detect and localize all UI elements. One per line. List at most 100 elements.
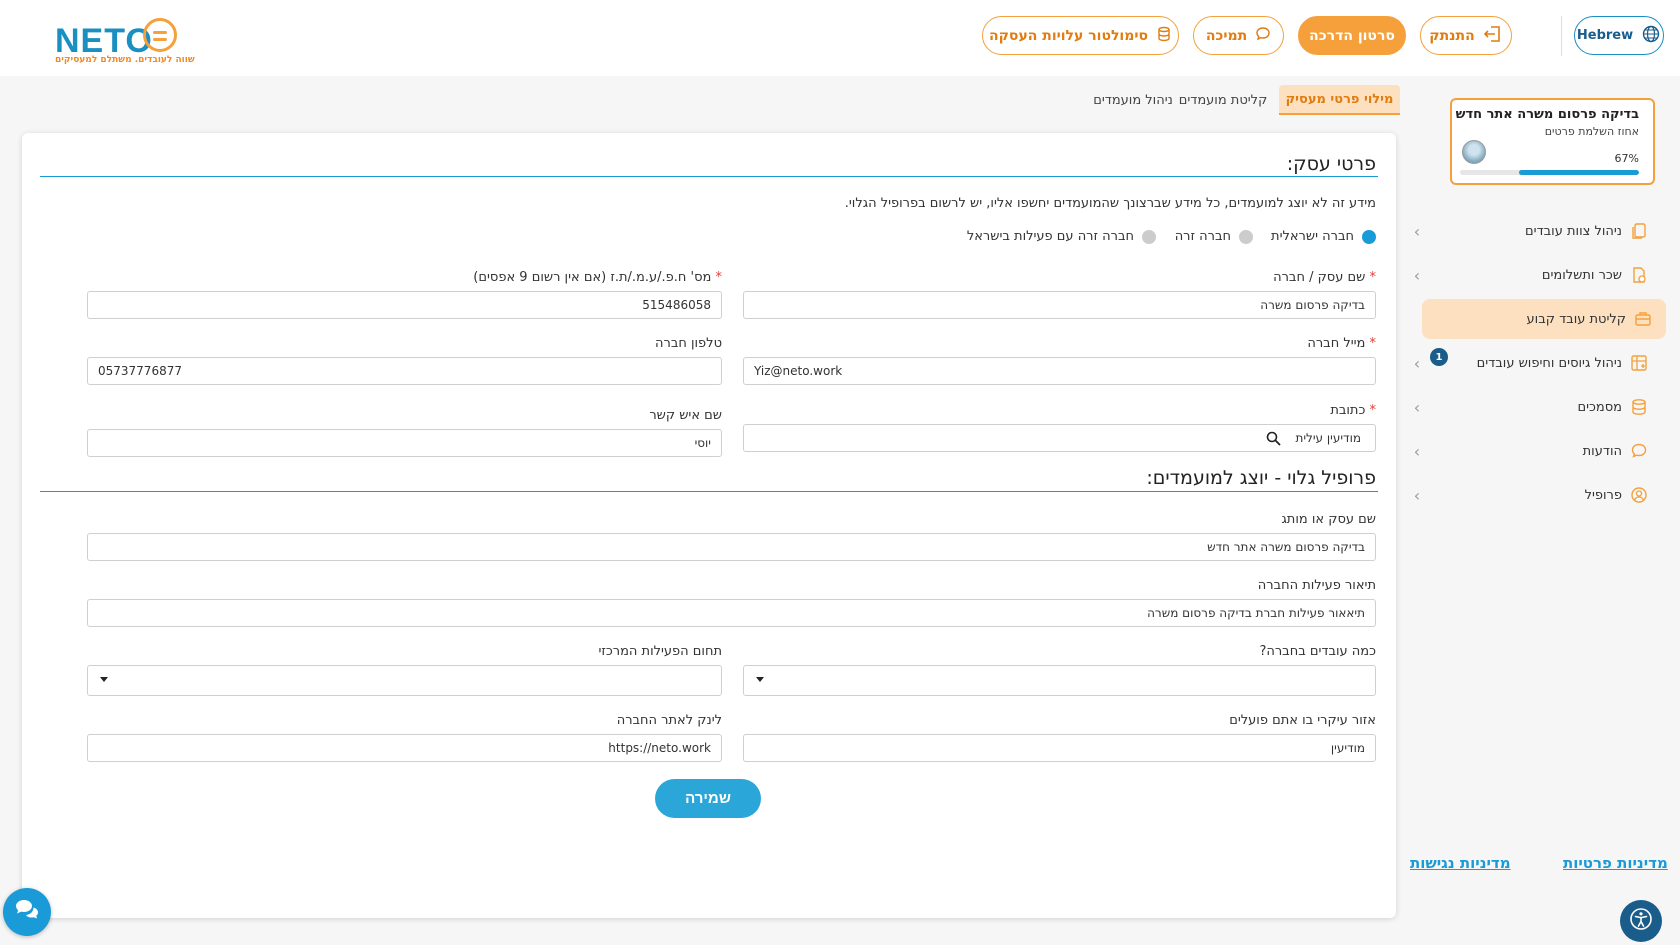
profile-completion-card: בדיקה פרסום משרה אתר חדש אחוז השלמת פרטי… — [1450, 98, 1655, 185]
tab-employer-details[interactable]: מילוי פרטי מעסיק — [1279, 85, 1400, 115]
language-button[interactable]: Hebrew — [1574, 16, 1664, 55]
chevron-left-icon[interactable]: ‹ — [1410, 431, 1424, 471]
address-value: מודיעין עילית — [1295, 431, 1361, 445]
language-label: Hebrew — [1576, 28, 1634, 43]
address-input[interactable]: מודיעין עילית — [743, 424, 1376, 452]
company-email-label: * מייל חברה — [1307, 336, 1376, 351]
chat-bubbles-icon — [14, 898, 40, 926]
payslip-icon — [1630, 266, 1648, 284]
accessibility-policy-link[interactable]: מדיניות נגישות — [1410, 854, 1511, 872]
section-divider — [40, 491, 1378, 492]
radio-israeli-company[interactable]: חברה ישראלית — [1271, 229, 1376, 244]
caret-down-icon — [100, 677, 108, 682]
simulator-button[interactable]: סימולטור עלויות העסקה — [982, 16, 1179, 55]
tab-candidate-intake[interactable]: קליטת מועמדים — [1178, 85, 1268, 115]
website-input[interactable]: https://neto.work — [87, 734, 722, 762]
caret-down-icon — [756, 677, 764, 682]
logout-label: התנתק — [1429, 27, 1475, 44]
progress-subtitle: אחוז השלמת פרטים — [1544, 125, 1639, 138]
business-section-title: פרטי עסק: — [1286, 153, 1376, 175]
required-mark: * — [1369, 336, 1377, 351]
progress-bar — [1460, 170, 1639, 175]
globe-icon — [1641, 24, 1661, 48]
briefcase-icon — [1634, 310, 1652, 328]
required-mark: * — [715, 270, 723, 285]
radio-foreign-company[interactable]: חברה זרה — [1175, 229, 1253, 244]
logout-button[interactable]: התנתק — [1420, 16, 1512, 55]
sidebar-item-label: פרופיל — [1584, 487, 1622, 503]
company-id-label: * מס' ח.פ./ע.מ./ת.ז (אם אין רשום 9 אפסים… — [473, 270, 722, 285]
top-header: NETO שווה לעובדים. משתלם למעסיקים סימולט… — [0, 0, 1680, 76]
info-text: מידע זה לא יוצג למועמדים, כל מידע שברצונ… — [844, 196, 1376, 211]
employee-count-select[interactable] — [743, 665, 1376, 696]
neto-logo[interactable]: NETO שווה לעובדים. משתלם למעסיקים — [55, 18, 195, 70]
save-button[interactable]: שמירה — [655, 779, 761, 818]
address-label: * כתובת — [1330, 403, 1376, 418]
sidebar-item-messages[interactable]: הודעות — [1420, 431, 1662, 471]
contact-name-input[interactable]: יוסי — [87, 429, 722, 457]
logout-icon — [1483, 24, 1503, 48]
business-name-label: * שם עסק / חברה — [1273, 270, 1376, 285]
privacy-policy-link[interactable]: מדיניות פרטיות — [1563, 854, 1668, 872]
main-field-select[interactable] — [87, 665, 722, 696]
activity-description-input[interactable]: תיאאור פעילות חברת בדיקה פרסום משרה — [87, 599, 1376, 627]
company-phone-input[interactable]: 05737776877 — [87, 357, 722, 385]
progress-title: בדיקה פרסום משרה אתר חדש — [1455, 107, 1639, 122]
company-id-input[interactable]: 515486058 — [87, 291, 722, 319]
radio-label: חברה זרה עם פעילות בישראל — [966, 229, 1134, 244]
company-email-label-text: מייל חברה — [1307, 336, 1366, 351]
chevron-left-icon[interactable]: ‹ — [1410, 343, 1424, 383]
brand-name-label: שם עסק או מותג — [1281, 512, 1376, 527]
business-name-input[interactable]: בדיקה פרסום משרה — [743, 291, 1376, 319]
chevron-left-icon[interactable]: ‹ — [1410, 211, 1424, 251]
logo-tagline: שווה לעובדים. משתלם למעסיקים — [55, 55, 195, 65]
brand-name-input[interactable]: בדיקה פרסום משרה אתר חדש — [87, 533, 1376, 561]
sidebar-item-label: מסמכים — [1577, 399, 1622, 415]
sidebar-item-documents[interactable]: מסמכים — [1420, 387, 1662, 427]
sidebar-item-label: קליטת עובד קבוע — [1526, 311, 1626, 327]
chevron-left-icon[interactable]: ‹ — [1410, 387, 1424, 427]
logo-equals-icon — [143, 18, 177, 52]
required-mark: * — [1369, 270, 1377, 285]
sidebar-item-profile[interactable]: פרופיל — [1420, 475, 1662, 515]
sidebar-item-recruitment[interactable]: ניהול גיוסים וחיפוש עובדים — [1420, 343, 1662, 383]
chevron-left-icon[interactable]: ‹ — [1410, 475, 1424, 515]
section-divider — [40, 176, 1378, 177]
sidebar-item-hire-permanent[interactable]: קליטת עובד קבוע — [1422, 299, 1666, 339]
contact-name-label: שם איש קשר — [649, 408, 722, 423]
tutorial-label: סרטון הדרכה — [1309, 27, 1395, 44]
sidebar-item-payroll[interactable]: שכר ותשלומים — [1420, 255, 1662, 295]
address-label-text: כתובת — [1330, 403, 1366, 418]
accessibility-button[interactable] — [1620, 900, 1662, 942]
company-phone-label: טלפון חברה — [655, 336, 722, 351]
website-label: לינק לאתר החברה — [616, 713, 722, 728]
activity-description-label: תיאור פעילות החברה — [1257, 578, 1376, 593]
business-name-label-text: שם עסק / חברה — [1273, 270, 1366, 285]
tutorial-video-button[interactable]: סרטון הדרכה — [1298, 16, 1406, 55]
sidebar-item-team[interactable]: ניהול צוות עובדים — [1420, 211, 1662, 251]
support-button[interactable]: תמיכה — [1193, 16, 1284, 55]
user-circle-icon — [1630, 486, 1648, 504]
search-icon[interactable] — [1266, 431, 1282, 446]
simulator-label: סימולטור עלויות העסקה — [989, 27, 1149, 44]
chat-icon — [1630, 442, 1648, 460]
profile-section-title: פרופיל גלוי - יוצג למועמדים: — [1146, 467, 1376, 489]
support-label: תמיכה — [1205, 27, 1248, 44]
company-id-label-text: מס' ח.פ./ע.מ./ת.ז (אם אין רשום 9 אפסים) — [473, 270, 712, 285]
chat-widget-button[interactable] — [3, 888, 51, 936]
main-field-label: תחום הפעילות המרכזי — [598, 644, 722, 659]
radio-dot — [1142, 229, 1156, 244]
region-input[interactable]: מודיעין — [743, 734, 1376, 762]
company-email-input[interactable]: Yiz@neto.work — [743, 357, 1376, 385]
grid-plus-icon — [1630, 354, 1648, 372]
tab-candidate-management[interactable]: ניהול מועמדים — [1090, 85, 1176, 115]
sidebar-item-label: ניהול גיוסים וחיפוש עובדים — [1476, 355, 1622, 371]
chevron-left-icon[interactable]: ‹ — [1410, 255, 1424, 295]
database-icon — [1630, 398, 1648, 416]
radio-foreign-company-israel-activity[interactable]: חברה זרה עם פעילות בישראל — [967, 229, 1156, 244]
sidebar-item-label: הודעות — [1582, 443, 1622, 459]
radio-dot — [1239, 229, 1253, 244]
progress-bar-fill — [1519, 170, 1639, 175]
sidebar-item-label: ניהול צוות עובדים — [1525, 223, 1622, 239]
radio-label: חברה זרה — [1174, 229, 1231, 244]
